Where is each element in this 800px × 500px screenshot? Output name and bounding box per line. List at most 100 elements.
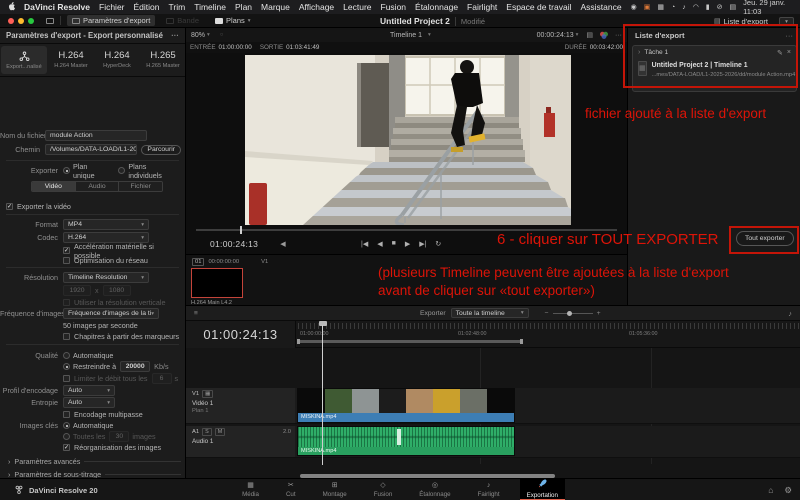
network-opt-checkbox[interactable] [63, 257, 70, 264]
volume-icon[interactable]: ◀ [280, 240, 285, 248]
render-range-bar[interactable] [298, 340, 521, 343]
viewer-timeline-select[interactable]: Timeline 1 [390, 32, 422, 39]
vertical-res-checkbox[interactable] [63, 299, 70, 306]
video-clip[interactable]: MISKINA.mp4 [297, 388, 515, 423]
preset-hyperdeck[interactable]: H.264 HyperDeck [94, 44, 140, 76]
video-track-header[interactable]: V1 ▦ Vidéo 1 Plan 1 [186, 388, 295, 424]
tab-video[interactable]: Vidéo [32, 182, 76, 191]
solo-button[interactable]: S [202, 428, 212, 436]
preset-h265-master[interactable]: H.265 H.265 Master [140, 44, 186, 76]
wifi-icon[interactable]: ◠ [693, 3, 699, 11]
tape-button[interactable]: Bande [161, 15, 204, 26]
audio-track-header[interactable]: A1 S M 2.0 Audio 1 [186, 426, 295, 458]
page-cut[interactable]: ✂ Cut [279, 479, 303, 500]
timeline-zoom-slider[interactable]: − + [545, 310, 601, 317]
timeline-options-icon[interactable]: ≡ [194, 310, 198, 317]
page-montage[interactable]: ⊞ Montage [316, 479, 354, 500]
export-settings-button[interactable]: Paramètres d'export [67, 15, 155, 26]
viewer-zoom-value[interactable]: 80% [191, 32, 205, 39]
play-button[interactable]: ▶ [405, 240, 410, 248]
color-wheels-icon[interactable] [599, 31, 609, 39]
menu-affichage[interactable]: Affichage [299, 2, 334, 12]
record-icon[interactable]: ◉ [631, 3, 637, 11]
page-etalonnage[interactable]: ◎ Étalonnage [412, 479, 457, 500]
limit-rate-checkbox[interactable] [63, 375, 70, 382]
clips-button[interactable]: Plans ▾ [210, 15, 256, 26]
playhead-handle[interactable] [319, 321, 327, 326]
multipass-checkbox[interactable] [63, 411, 70, 418]
spotlight-icon[interactable]: ⊘ [717, 3, 723, 11]
timeline-playhead-timecode[interactable]: 01:00:24:13 [186, 321, 296, 348]
single-clip-radio[interactable] [63, 167, 70, 174]
quality-auto-radio[interactable] [63, 352, 70, 359]
tab-audio[interactable]: Audio [76, 182, 120, 191]
clip-thumbnail[interactable] [191, 268, 243, 298]
resolution-width-input[interactable]: 1920 [63, 285, 91, 296]
framerate-dropdown[interactable]: Fréquence d'images de la tim▾ [63, 308, 159, 319]
displays-icon[interactable]: ▦ [657, 3, 664, 11]
viewer-scrub-playhead[interactable] [240, 226, 242, 234]
audio-track-icon[interactable]: ♪ [788, 309, 792, 318]
preset-custom-export[interactable]: Export...nalisé [1, 46, 47, 74]
individual-clips-radio[interactable] [118, 167, 125, 174]
home-icon[interactable]: ⌂ [768, 485, 773, 495]
capture-app-icon[interactable]: ▣ [644, 3, 651, 11]
menu-fichier[interactable]: Fichier [99, 2, 125, 12]
viewer-menu-icon[interactable]: ··· [615, 32, 622, 39]
export-video-checkbox[interactable]: ✓ [6, 203, 13, 210]
entropy-dropdown[interactable]: Auto▾ [63, 397, 115, 408]
mute-button[interactable]: M [215, 428, 226, 436]
keyframes-auto-radio[interactable] [63, 422, 70, 429]
viewer-timecode[interactable]: 00:00:24:13 [537, 32, 574, 39]
control-center-icon[interactable]: ▤ [730, 3, 737, 11]
menu-trim[interactable]: Trim [169, 2, 186, 12]
menu-lecture[interactable]: Lecture [343, 2, 371, 12]
keyframes-every-radio[interactable] [63, 433, 70, 440]
hw-accel-checkbox[interactable]: ✓ [63, 247, 70, 254]
tab-file[interactable]: Fichier [119, 182, 162, 191]
quality-restrict-radio[interactable] [63, 363, 70, 370]
limit-rate-input[interactable]: 6 [152, 373, 172, 384]
go-to-end-button[interactable]: ▶| [419, 240, 426, 248]
browse-button[interactable]: Parcourir [141, 145, 181, 155]
apple-icon[interactable] [8, 2, 16, 13]
page-fusion[interactable]: ◇ Fusion [367, 479, 400, 500]
resolution-height-input[interactable]: 1080 [103, 285, 131, 296]
render-range-dropdown[interactable]: Toute la timeline ▾ [451, 308, 529, 318]
panel-menu-icon[interactable]: ··· [171, 31, 179, 40]
format-dropdown[interactable]: MP4▾ [63, 219, 149, 230]
playhead-line[interactable] [322, 325, 323, 465]
menu-fairlight[interactable]: Fairlight [467, 2, 497, 12]
filename-input[interactable]: module Action [45, 130, 147, 141]
time-machine-icon[interactable]: ◔ [671, 4, 675, 11]
project-settings-icon[interactable]: ⚙ [784, 485, 792, 496]
timeline-ruler[interactable]: 01:00:00:00 01:02:48:00 01:05:36:00 [296, 321, 800, 348]
menu-plan[interactable]: Plan [235, 2, 252, 12]
menu-etalonnage[interactable]: Étalonnage [415, 2, 458, 12]
menu-timeline[interactable]: Timeline [194, 2, 226, 12]
video-track-lane[interactable]: MISKINA.mp4 [295, 388, 800, 424]
encoding-profile-dropdown[interactable]: Auto▾ [63, 385, 115, 396]
page-media[interactable]: ▦ Média [235, 479, 266, 500]
loop-button[interactable]: ↻ [435, 240, 441, 248]
page-fairlight[interactable]: ♪ Fairlight [471, 479, 507, 500]
resolution-dropdown[interactable]: Timeline Resolution▾ [63, 272, 149, 283]
playhead-timecode[interactable]: 01:00:24:13 [210, 239, 258, 249]
step-back-button[interactable]: ◀ [377, 240, 382, 248]
keyframes-input[interactable]: 30 [109, 431, 129, 442]
menu-app-name[interactable]: DaVinci Resolve [24, 2, 90, 12]
maximize-window-button[interactable] [28, 18, 34, 24]
chapters-checkbox[interactable] [63, 333, 70, 340]
reorder-checkbox[interactable]: ✓ [63, 444, 70, 451]
zoom-slider-handle[interactable] [567, 311, 572, 316]
menu-espace-travail[interactable]: Espace de travail [506, 2, 571, 12]
save-still-icon[interactable]: ▤ [586, 31, 593, 39]
clean-feed-icon[interactable] [46, 18, 54, 24]
minimize-window-button[interactable] [18, 18, 24, 24]
audio-clip[interactable]: MISKINA.mp4 [297, 426, 515, 456]
page-exportation[interactable]: Exportation [520, 479, 565, 500]
path-input[interactable]: /Volumes/DATA-LOAD/L1-2025-2026/dd [45, 144, 137, 155]
menu-fusion[interactable]: Fusion [381, 2, 407, 12]
menu-marque[interactable]: Marque [261, 2, 290, 12]
audio-track-lane[interactable]: MISKINA.mp4 [295, 426, 800, 458]
